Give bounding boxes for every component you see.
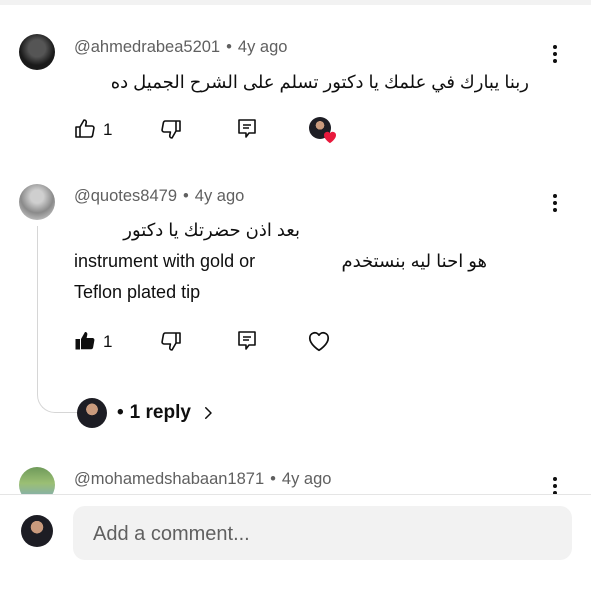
comment-age: 4y ago: [281, 470, 332, 488]
comment-author[interactable]: @mohamedshabaan1871: [74, 470, 264, 488]
comment-meta: @mohamedshabaan1871 • 4y ago: [74, 470, 331, 489]
avatar: [21, 515, 53, 547]
more-vert-icon[interactable]: [543, 474, 567, 494]
meta-separator: •: [270, 470, 276, 488]
comment-input[interactable]: [91, 506, 555, 562]
comment-item: @mohamedshabaan1871 • 4y ago: [0, 0, 591, 494]
comment-box[interactable]: [73, 506, 572, 562]
divider: [0, 494, 591, 495]
avatar[interactable]: [19, 467, 55, 494]
